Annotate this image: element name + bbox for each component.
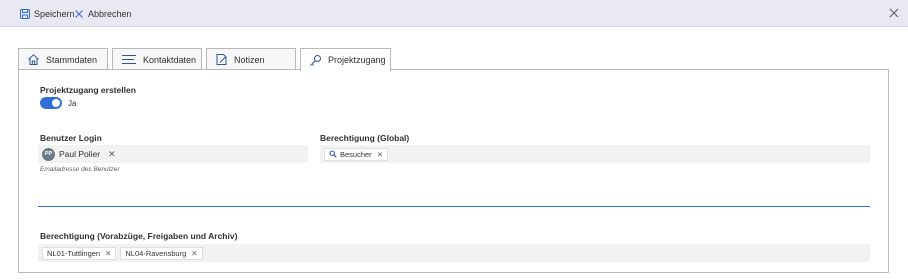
search-icon: [329, 150, 337, 158]
home-icon: [28, 54, 39, 65]
toggle-state-text: Ja: [68, 99, 77, 108]
command-bar: Speichern Abbrechen: [0, 0, 908, 27]
key-icon: [310, 54, 321, 66]
remove-chip-icon[interactable]: ✕: [191, 249, 197, 258]
permission-chip: Besucher ✕: [324, 147, 388, 161]
permission-global-field[interactable]: Besucher ✕: [320, 145, 870, 163]
user-persona: PP Paul Polier ✕: [42, 147, 116, 161]
close-panel-icon[interactable]: [888, 7, 900, 19]
avatar: PP: [42, 147, 55, 161]
user-login-field[interactable]: PP Paul Polier ✕: [38, 145, 308, 163]
tab-label: Notizen: [234, 54, 265, 65]
permission-branches-field[interactable]: NL01-Tuttlingen ✕ NL04-Ravensburg ✕: [38, 244, 870, 262]
note-edit-icon: [216, 54, 227, 65]
tab-label: Projektzugang: [328, 55, 386, 65]
user-login-hint: Emailadresse des Benutzer: [40, 166, 120, 173]
chip-label: Besucher: [340, 149, 372, 159]
cancel-button[interactable]: Abbrechen: [74, 0, 132, 27]
branch-chip: NL01-Tuttlingen ✕: [42, 246, 117, 260]
tab-notizen[interactable]: Notizen: [206, 48, 296, 70]
remove-user-icon[interactable]: ✕: [108, 149, 116, 160]
user-name: Paul Polier: [59, 149, 101, 159]
permission-global-label: Berechtigung (Global): [320, 133, 410, 143]
save-button[interactable]: Speichern: [20, 0, 75, 27]
remove-chip-icon[interactable]: ✕: [377, 150, 383, 159]
chip-label: NL01-Tuttlingen: [47, 248, 101, 258]
remove-chip-icon[interactable]: ✕: [105, 249, 111, 258]
tab-kontaktdaten[interactable]: Kontaktdaten: [112, 48, 202, 70]
cancel-label: Abbrechen: [88, 8, 132, 19]
branch-chip: NL04-Ravensburg ✕: [120, 246, 203, 260]
tab-projektzugang[interactable]: Projektzugang: [300, 48, 391, 71]
save-icon: [20, 8, 30, 19]
user-login-label: Benutzer Login: [40, 133, 102, 143]
section-divider: [38, 206, 870, 207]
permission-branches-label: Berechtigung (Vorabzüge, Freigaben und A…: [40, 231, 238, 241]
tab-panel: [18, 69, 889, 273]
project-access-toggle[interactable]: [40, 97, 62, 109]
chip-label: NL04-Ravensburg: [125, 248, 187, 258]
list-icon: [122, 55, 136, 64]
tab-label: Stammdaten: [46, 54, 98, 65]
tab-label: Kontaktdaten: [143, 54, 197, 65]
tab-stammdaten[interactable]: Stammdaten: [18, 48, 108, 70]
save-label: Speichern: [34, 8, 75, 19]
project-access-label: Projektzugang erstellen: [40, 85, 136, 95]
close-icon: [75, 9, 83, 18]
